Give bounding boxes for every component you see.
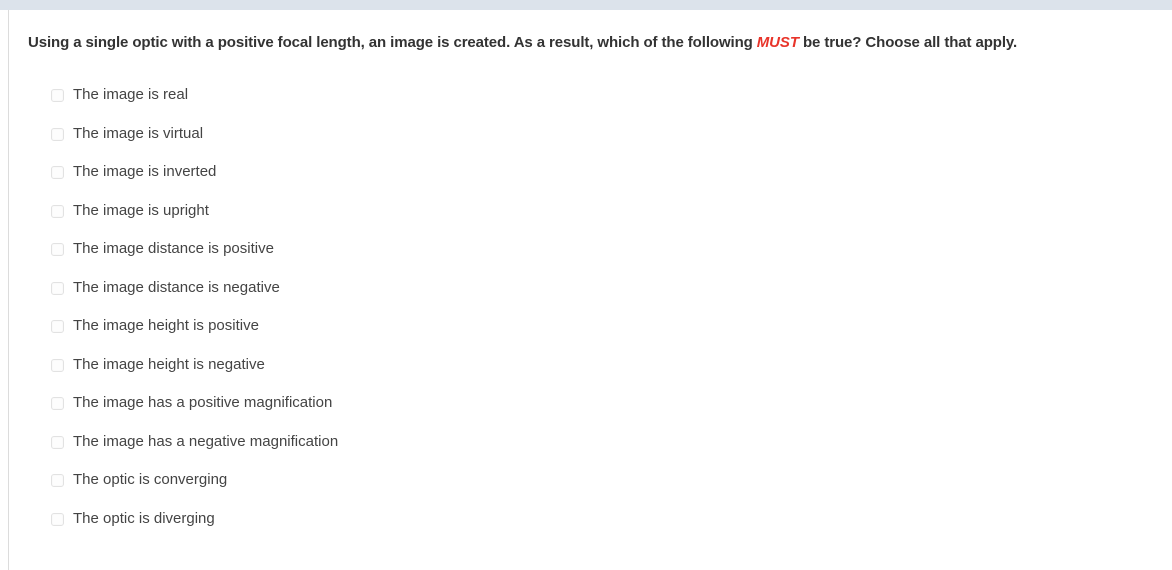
question-prompt: Using a single optic with a positive foc…	[28, 30, 1153, 55]
checkbox-icon[interactable]	[51, 204, 64, 218]
checkbox-icon[interactable]	[51, 435, 64, 449]
checkbox-icon[interactable]	[51, 281, 64, 295]
answer-option-row[interactable]: The image is inverted	[9, 161, 1172, 200]
answer-option-label: The image height is negative	[73, 355, 265, 373]
answer-option-row[interactable]: The image has a negative magnification	[9, 431, 1172, 470]
answer-option-label: The image is virtual	[73, 124, 204, 142]
top-accent-bar	[0, 0, 1172, 10]
answer-option-row[interactable]: The image distance is positive	[9, 238, 1172, 277]
answer-option-row[interactable]: The image height is positive	[9, 315, 1172, 354]
answer-option-row[interactable]: The optic is diverging	[9, 508, 1172, 547]
answer-option-label: The image height is positive	[73, 317, 259, 334]
question-emphasis-must: MUST	[756, 34, 799, 51]
checkbox-icon[interactable]	[51, 474, 64, 487]
checkbox-icon[interactable]	[51, 358, 64, 372]
answer-option-row[interactable]: The image has a positive magnification	[9, 392, 1172, 431]
checkbox-icon[interactable]	[51, 512, 64, 526]
answer-option-row[interactable]: The image is upright	[9, 200, 1172, 239]
question-text-part-1: Using a single optic with a positive foc…	[28, 34, 757, 51]
answer-option-label: The optic is diverging	[73, 509, 215, 527]
checkbox-icon[interactable]	[51, 243, 64, 256]
answer-option-row[interactable]: The optic is converging	[9, 469, 1172, 508]
checkbox-icon[interactable]	[51, 127, 64, 141]
answer-option-label: The image distance is negative	[73, 278, 280, 296]
answer-option-label: The image has a positive magnification	[73, 394, 333, 411]
answer-options-list: The image is real The image is virtual The…	[9, 84, 1172, 546]
answer-option-row[interactable]: The image distance is negative	[9, 277, 1172, 316]
answer-option-label: The optic is converging	[73, 471, 228, 488]
checkbox-icon[interactable]	[51, 320, 64, 333]
answer-option-label: The image distance is positive	[73, 240, 274, 257]
answer-option-row[interactable]: The image is virtual	[9, 123, 1172, 162]
answer-option-label: The image is upright	[73, 201, 209, 219]
question-panel: Using a single optic with a positive foc…	[8, 10, 1172, 570]
answer-option-row[interactable]: The image is real	[9, 84, 1172, 123]
answer-option-label: The image is real	[73, 86, 189, 103]
checkbox-icon[interactable]	[51, 397, 64, 410]
answer-option-row[interactable]: The image height is negative	[9, 354, 1172, 393]
checkbox-icon[interactable]	[51, 89, 64, 102]
answer-option-label: The image is inverted	[73, 163, 217, 180]
checkbox-icon[interactable]	[51, 166, 64, 179]
page-root: Using a single optic with a positive foc…	[0, 0, 1172, 570]
question-text-part-2: be true? Choose all that apply.	[798, 34, 1018, 51]
answer-option-label: The image has a negative magnification	[73, 432, 339, 450]
